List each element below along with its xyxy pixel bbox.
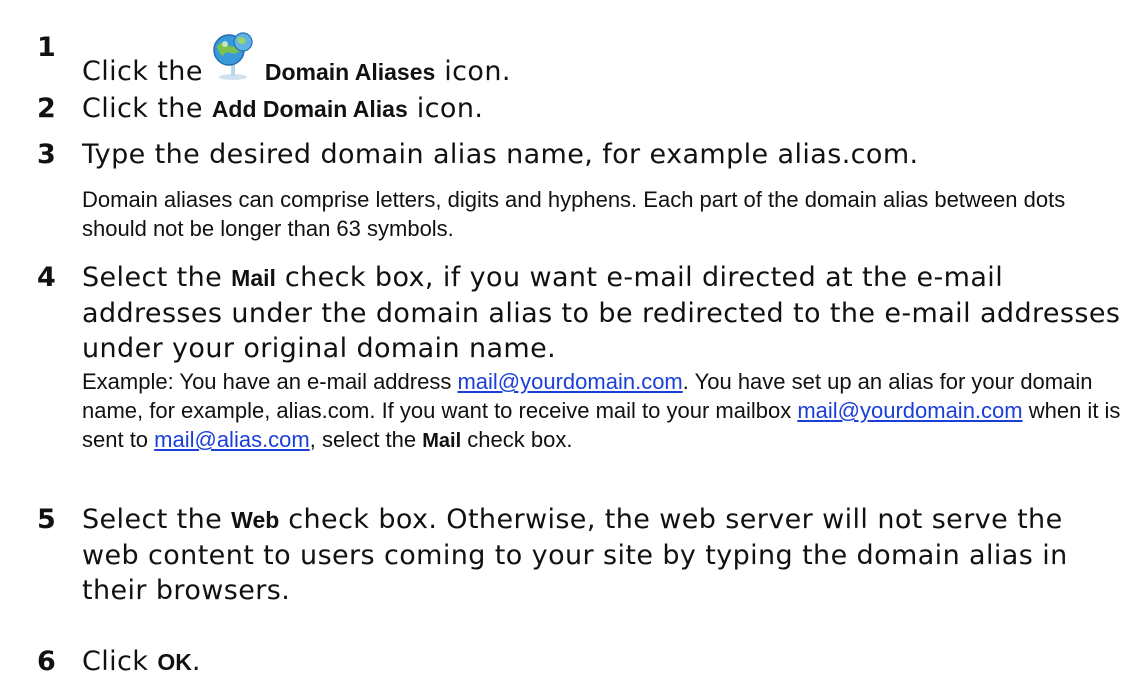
step-number: 4 [37, 262, 57, 293]
note-text: Example: You have an e-mail address [82, 369, 458, 394]
step-number: 6 [37, 646, 57, 677]
step-1: 1 Click the Domain Aliases icon. [0, 30, 1143, 90]
step-5: 5 Select the Web check box. Otherwise, t… [0, 502, 1143, 608]
step-text: Select the [82, 262, 232, 293]
step-number: 1 [37, 32, 57, 63]
domain-aliases-label: Domain Aliases [264, 59, 436, 85]
step-3-note: Domain aliases can comprise letters, dig… [82, 187, 1066, 241]
email-link-yourdomain[interactable]: mail@yourdomain.com [457, 369, 682, 394]
email-link-yourdomain-2[interactable]: mail@yourdomain.com [797, 398, 1022, 423]
step-text: icon. [435, 56, 511, 87]
note-text: , select the [309, 427, 423, 452]
step-4-note: Example: You have an e-mail address mail… [82, 367, 1127, 456]
step-text: Click [82, 646, 158, 677]
web-checkbox-label: Web [231, 507, 280, 533]
step-3: 3 Type the desired domain alias name, fo… [0, 137, 1143, 172]
step-4: 4 Select the Mail check box, if you want… [0, 260, 1143, 366]
step-number: 2 [37, 93, 57, 124]
add-domain-alias-label: Add Domain Alias [211, 96, 408, 122]
step-text: Click the [82, 56, 203, 87]
email-link-alias[interactable]: mail@alias.com [154, 427, 310, 452]
mail-checkbox-label: Mail [231, 265, 276, 291]
domain-aliases-icon [207, 30, 259, 82]
step-number: 3 [37, 139, 57, 170]
ok-button-label: OK [157, 649, 192, 675]
step-text: Type the desired domain alias name, for … [82, 139, 919, 170]
step-6: 6 Click OK. [0, 644, 1143, 680]
step-text: . [191, 646, 201, 677]
step-number: 5 [37, 504, 57, 535]
document-page: { "steps": [ { "number": "1", "before": … [0, 0, 1143, 689]
step-text: Select the [82, 504, 232, 535]
mail-checkbox-label: Mail [422, 430, 462, 452]
step-2: 2 Click the Add Domain Alias icon. [0, 91, 1143, 127]
note-text: check box. [461, 427, 573, 452]
step-text: Click the [82, 93, 212, 124]
step-text: icon. [407, 93, 484, 124]
